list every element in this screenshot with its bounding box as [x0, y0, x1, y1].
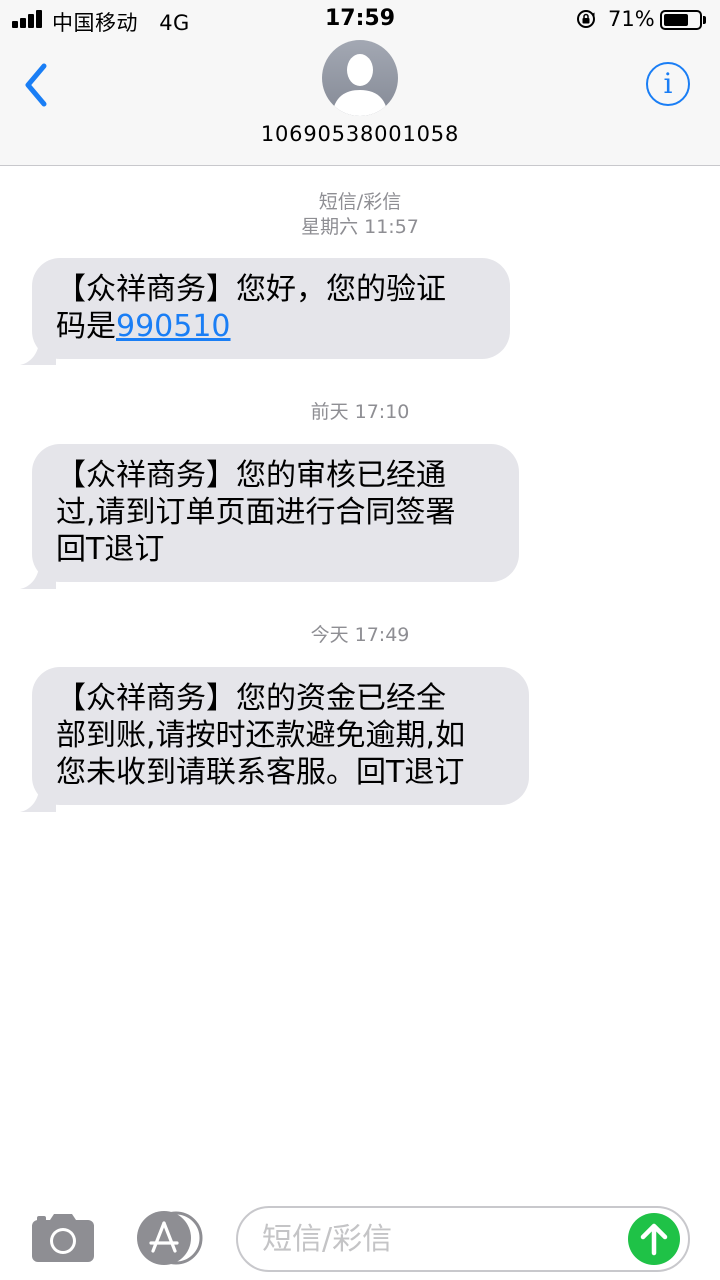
message-input[interactable]: 短信/彩信	[236, 1206, 690, 1272]
message-text: 码是	[56, 309, 116, 344]
person-silhouette-icon	[332, 54, 388, 116]
status-bar: 中国移动 4G 17:59 71%	[0, 0, 720, 40]
message-line: 【众祥商务】您的资金已经全	[56, 681, 446, 716]
send-button[interactable]	[628, 1213, 680, 1265]
message-line: 码是990510	[56, 308, 486, 345]
message-bubble[interactable]: 【众祥商务】您的审核已经通 过,请到订单页面进行合同签署 回T退订	[32, 444, 519, 582]
message-input-placeholder: 短信/彩信	[262, 1222, 393, 1257]
message-timestamp: 今天 17:49	[310, 624, 410, 646]
message-timestamp: 前天 17:10	[310, 401, 410, 423]
message-line: 【众祥商务】您的审核已经通	[56, 458, 446, 493]
message-line: 部到账,请按时还款避免逾期,如	[56, 718, 466, 753]
avatar[interactable]	[322, 40, 398, 116]
rotation-lock-icon	[577, 10, 595, 28]
message-line: 您未收到请联系客服。回T退订	[56, 755, 465, 790]
verification-code-link[interactable]: 990510	[116, 309, 231, 344]
app-store-icon[interactable]	[134, 1211, 204, 1265]
message-line: 过,请到订单页面进行合同签署	[56, 495, 456, 530]
camera-icon[interactable]	[32, 1214, 94, 1262]
service-label: 短信/彩信	[318, 191, 402, 213]
conversation-header: 10690538001058 i	[0, 40, 720, 166]
chevron-left-icon[interactable]	[16, 58, 60, 112]
arrow-up-icon	[640, 1223, 668, 1256]
battery-percent: 71%	[608, 7, 655, 31]
contact-number[interactable]: 10690538001058	[0, 122, 720, 146]
battery-icon	[660, 10, 702, 30]
message-timestamp: 星期六 11:57	[301, 216, 419, 238]
message-bubble[interactable]: 【众祥商务】您的资金已经全 部到账,请按时还款避免逾期,如 您未收到请联系客服。…	[32, 667, 529, 805]
battery-tip	[703, 16, 706, 24]
message-line: 回T退订	[56, 532, 165, 567]
message-bubble[interactable]: 【众祥商务】您好，您的验证 码是990510	[32, 258, 510, 359]
message-line: 【众祥商务】您好，您的验证	[56, 272, 446, 307]
info-circle-icon[interactable]: i	[646, 62, 690, 106]
